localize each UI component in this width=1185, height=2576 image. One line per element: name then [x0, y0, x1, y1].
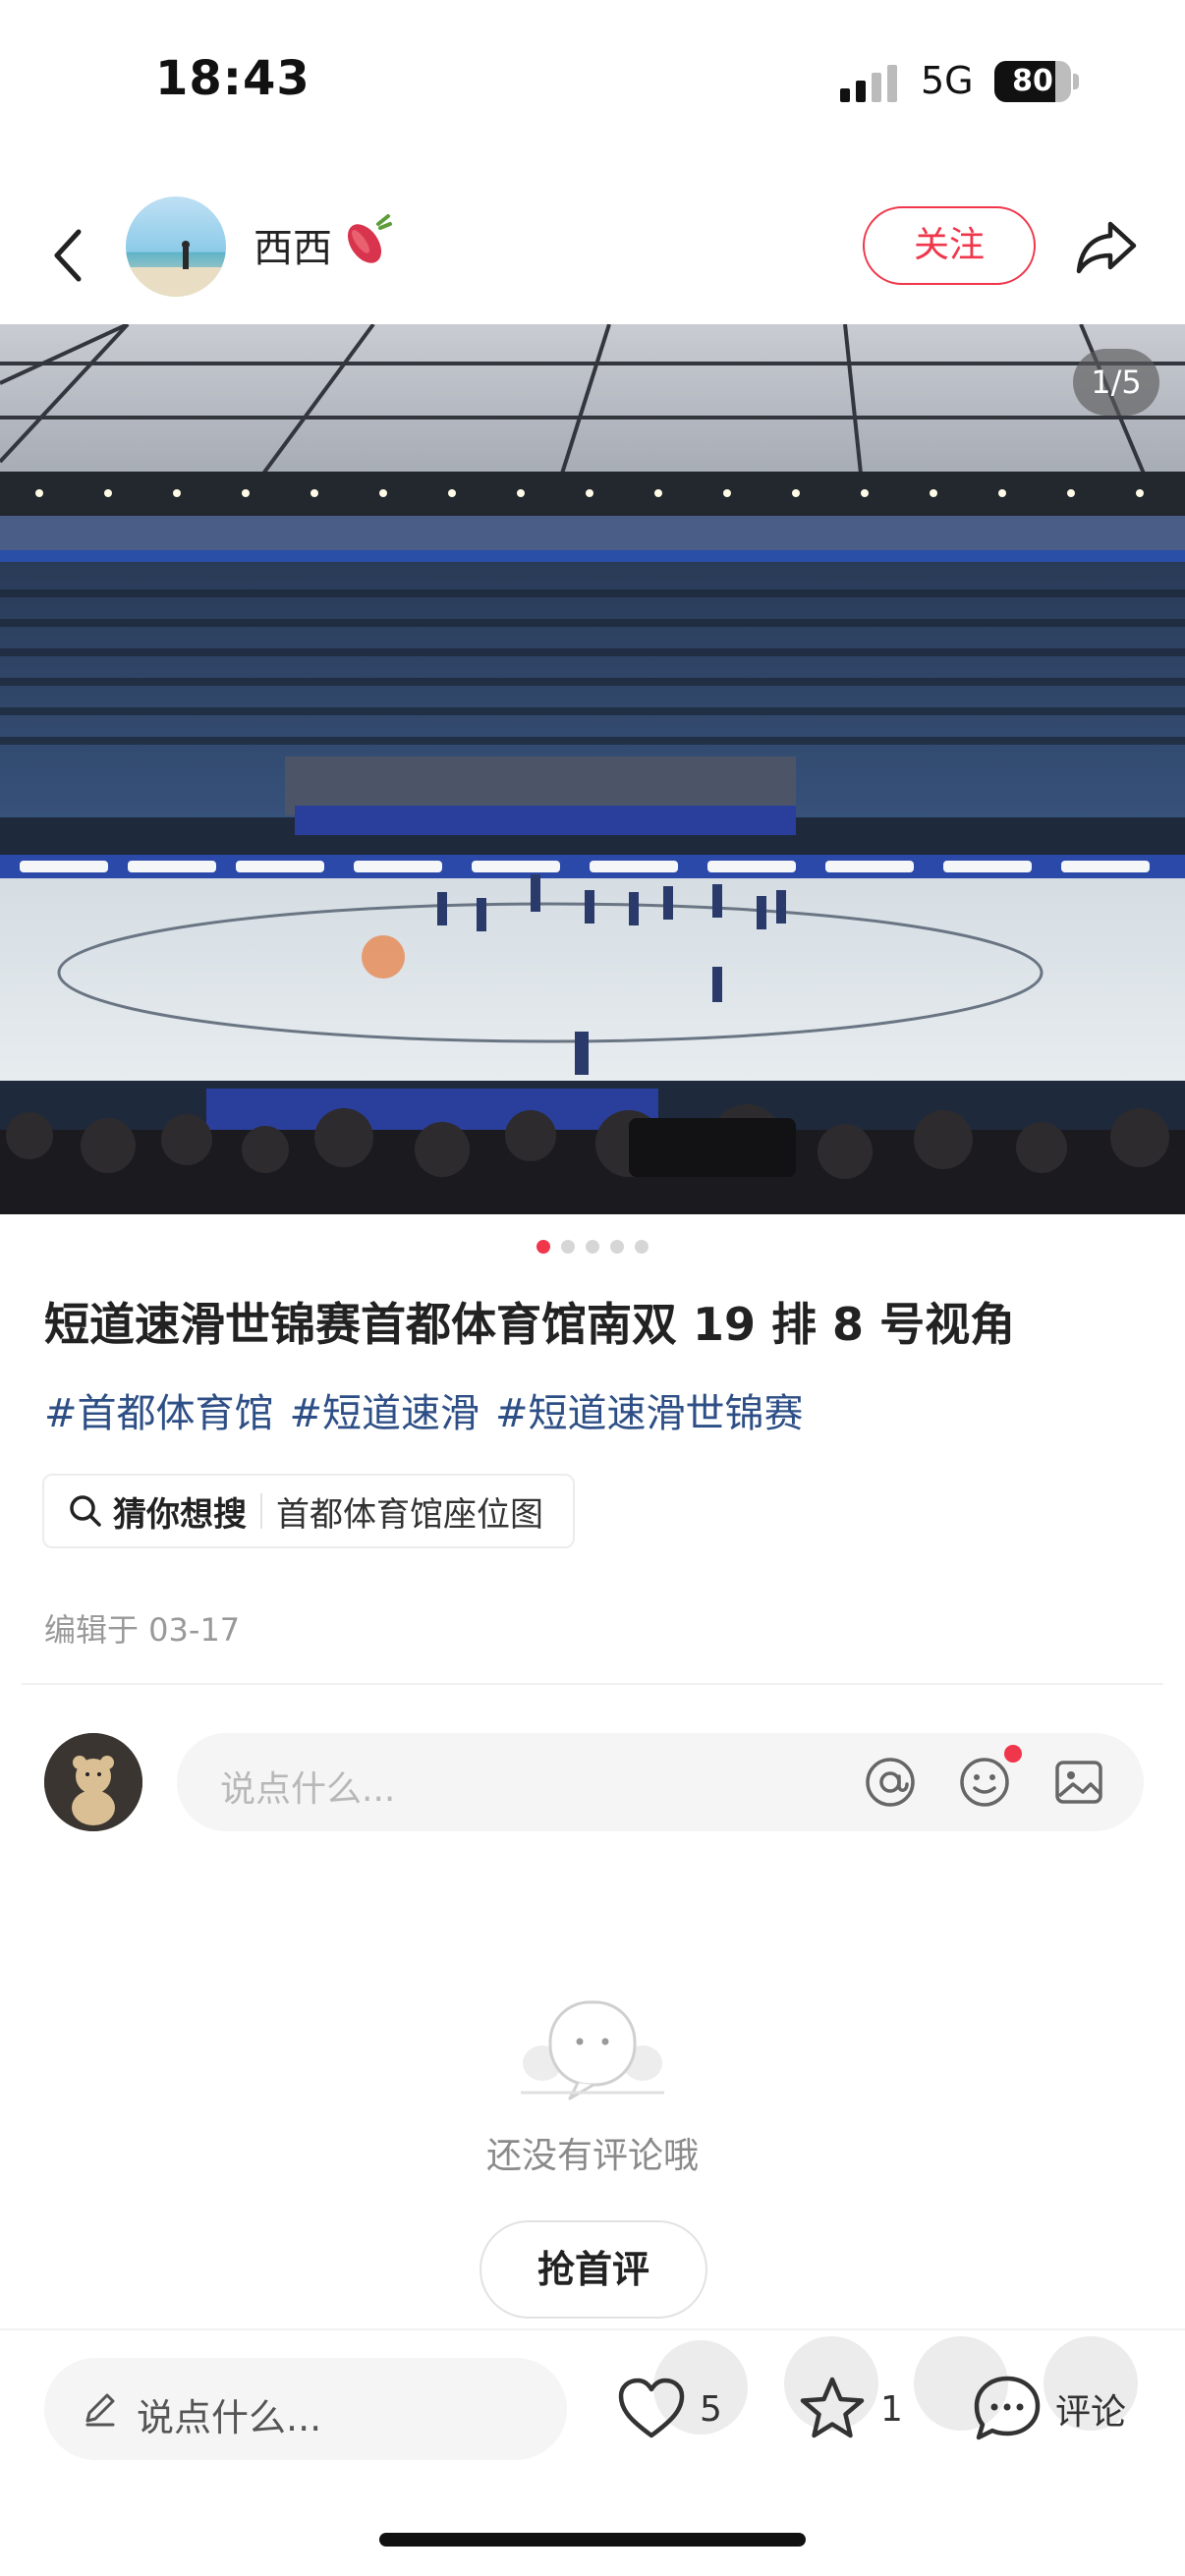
bottom-input-placeholder: 说点什么...	[137, 2396, 322, 2439]
comment-label: 评论	[1055, 2392, 1127, 2433]
comment-input[interactable]: 说点什么...	[177, 1733, 1144, 1831]
post-image[interactable]: 1/5	[0, 324, 1185, 1214]
carousel-indicator	[0, 1240, 1185, 1254]
first-comment-button[interactable]: 抢首评	[480, 2220, 707, 2319]
bottom-comment-input[interactable]: 说点什么...	[44, 2358, 567, 2460]
signal-icon	[840, 65, 897, 102]
tag-list: #首都体育馆 #短道速滑 #短道速滑世锦赛	[44, 1381, 804, 1438]
author-avatar[interactable]	[126, 196, 226, 297]
tag-link[interactable]: #短道速滑世锦赛	[495, 1381, 804, 1438]
empty-comment-icon	[521, 2000, 664, 2100]
search-icon	[70, 1495, 101, 1527]
home-indicator	[379, 2533, 806, 2547]
my-avatar[interactable]	[44, 1733, 142, 1831]
edit-time: 编辑于 03-17	[44, 1611, 241, 1649]
guess-search-chip[interactable]: 猜你想搜 首都体育馆座位图	[42, 1474, 575, 1548]
comment-placeholder: 说点什么...	[220, 1769, 396, 1810]
tag-link[interactable]: #短道速滑	[290, 1381, 480, 1438]
star-icon	[800, 2377, 865, 2438]
author-name[interactable]: 西西	[254, 216, 332, 273]
status-bar: 18:43 5G 80	[0, 0, 1185, 167]
post-header: 西西 关注	[0, 187, 1185, 324]
guess-label: 猜你想搜	[113, 1494, 247, 1535]
like-count: 5	[700, 2388, 722, 2430]
divider	[22, 1683, 1163, 1685]
sweet-potato-icon	[347, 214, 392, 263]
share-button[interactable]	[1071, 210, 1144, 283]
carousel-dot	[635, 1240, 649, 1254]
status-time: 18:43	[155, 51, 310, 106]
carousel-dot	[561, 1240, 575, 1254]
pencil-icon	[85, 2393, 115, 2427]
follow-button[interactable]: 关注	[863, 206, 1036, 285]
comment-bubble-icon	[974, 2376, 1041, 2440]
comment-button[interactable]: 评论	[971, 2370, 1126, 2448]
notification-dot	[1004, 1745, 1022, 1763]
post-title: 短道速滑世锦赛首都体育馆南双 19 排 8 号视角	[44, 1298, 1016, 1351]
guess-divider	[260, 1493, 262, 1529]
carousel-dot	[586, 1240, 599, 1254]
image-icon[interactable]	[1051, 1755, 1106, 1810]
empty-state-text: 还没有评论哦	[485, 2136, 699, 2176]
at-mention-icon[interactable]	[863, 1755, 918, 1810]
collect-button[interactable]: 1	[796, 2370, 903, 2448]
collect-count: 1	[880, 2388, 903, 2430]
guess-query: 首都体育馆座位图	[276, 1494, 543, 1535]
share-arrow-icon	[1076, 221, 1137, 274]
carousel-dot	[610, 1240, 624, 1254]
like-button[interactable]: 5	[615, 2370, 722, 2448]
network-label: 5G	[921, 59, 974, 102]
carousel-dot	[536, 1240, 550, 1254]
arena-photo	[0, 324, 1185, 1214]
chevron-left-icon	[54, 229, 82, 282]
back-button[interactable]	[39, 216, 98, 295]
tag-link[interactable]: #首都体育馆	[44, 1381, 274, 1438]
battery-indicator: 80	[994, 61, 1079, 102]
heart-icon	[618, 2378, 685, 2438]
battery-level: 80	[1012, 64, 1053, 98]
page-counter: 1/5	[1073, 349, 1159, 416]
emoji-icon[interactable]	[957, 1755, 1012, 1810]
